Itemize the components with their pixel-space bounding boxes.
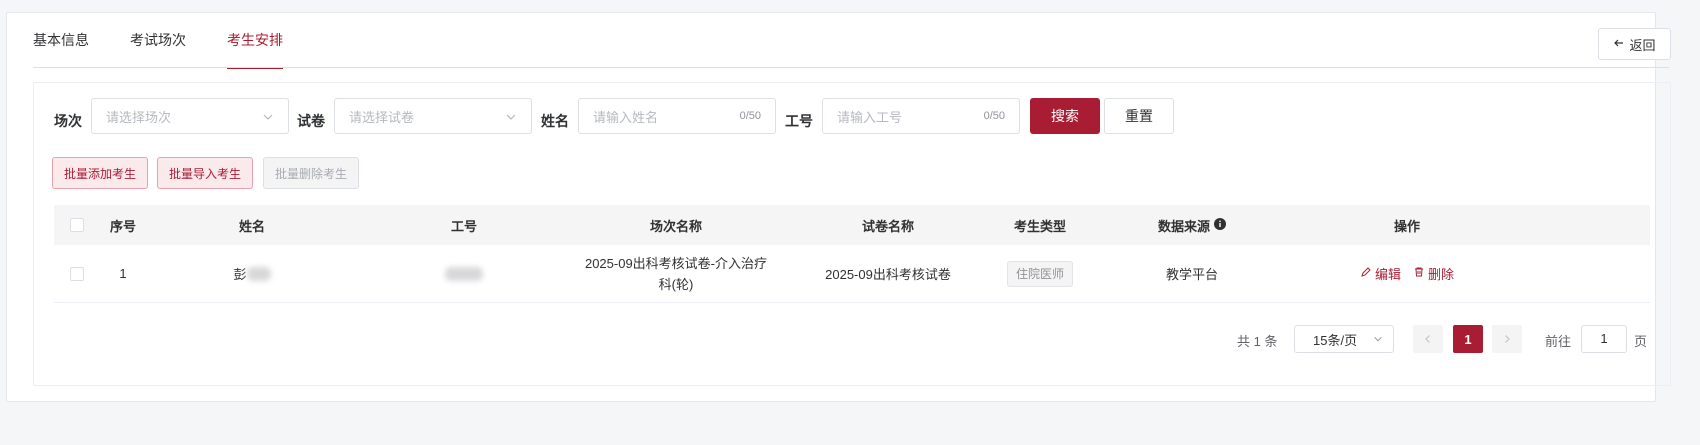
row-name-cell: 彭: [146, 245, 358, 302]
prev-page-button[interactable]: [1413, 325, 1443, 353]
name-input-count: 0/50: [739, 110, 761, 122]
chevron-right-icon: [1502, 332, 1512, 347]
name-input-placeholder: 请输入姓名: [593, 109, 659, 125]
redacted-empno: [445, 266, 483, 281]
page-size-select[interactable]: 15条/页: [1294, 325, 1394, 353]
row-actions: 编辑 删除: [1298, 245, 1516, 302]
row-session-name-line1: 2025-09出科考核试卷-介入治疗: [584, 255, 768, 271]
candidate-table: 序号 姓名 工号 场次名称 试卷名称 考生类型 数据来源 操作 1 彭 2025…: [54, 205, 1650, 303]
session-select-placeholder: 请选择场次: [106, 109, 172, 125]
row-checkbox-cell: [54, 245, 100, 302]
header-actions: 操作: [1393, 218, 1420, 234]
paper-select-placeholder: 请选择试卷: [349, 109, 415, 125]
paper-filter-label: 试卷: [297, 113, 325, 129]
batch-delete-button[interactable]: 批量删除考生: [263, 157, 359, 189]
empno-filter-label: 工号: [785, 113, 813, 129]
info-icon[interactable]: [1214, 217, 1226, 233]
session-select[interactable]: 请选择场次: [91, 98, 289, 134]
tab-divider: [33, 67, 1669, 68]
tab-exam-sessions[interactable]: 考试场次: [130, 13, 186, 69]
paper-select[interactable]: 请选择试卷: [334, 98, 532, 134]
select-all-checkbox[interactable]: [70, 218, 84, 232]
reset-button[interactable]: 重置: [1104, 98, 1174, 134]
name-input[interactable]: 请输入姓名 0/50: [578, 98, 776, 134]
delete-label: 删除: [1428, 267, 1455, 282]
delete-action[interactable]: 删除: [1413, 264, 1454, 283]
arrow-left-icon: [1613, 37, 1625, 52]
row-checkbox[interactable]: [70, 266, 84, 281]
header-data-source-cell: 数据来源: [1086, 205, 1298, 245]
back-button-label: 返回: [1629, 37, 1656, 53]
pagination-total: 共 1 条: [1237, 334, 1278, 349]
row-index: 1: [119, 266, 127, 281]
row-type-cell: 住院医师: [994, 245, 1086, 302]
table-header: 序号 姓名 工号 场次名称 试卷名称 考生类型 数据来源 操作: [54, 205, 1650, 245]
edit-action[interactable]: 编辑: [1360, 264, 1401, 283]
row-data-source: 教学平台: [1165, 267, 1218, 282]
candidate-type-tag: 住院医师: [1006, 260, 1073, 287]
row-session-name: 2025-09出科考核试卷-介入治疗 科(轮): [570, 245, 782, 302]
empno-input-count: 0/50: [983, 110, 1005, 122]
header-session-name: 场次名称: [649, 218, 702, 234]
table-row: 1 彭 2025-09出科考核试卷-介入治疗 科(轮) 2025-09出科考核试…: [54, 245, 1650, 303]
back-button[interactable]: 返回: [1598, 28, 1671, 60]
row-empno-cell: [358, 245, 570, 302]
tab-basic-info[interactable]: 基本信息: [33, 13, 89, 69]
next-page-button[interactable]: [1492, 325, 1522, 353]
tab-bar: 基本信息 考试场次 考生安排: [33, 13, 324, 69]
name-filter-label: 姓名: [541, 113, 569, 129]
session-filter-label: 场次: [54, 113, 82, 129]
redacted-name: [246, 266, 271, 281]
header-data-source: 数据来源: [1157, 218, 1210, 234]
empno-input-placeholder: 请输入工号: [837, 109, 903, 125]
goto-page-input[interactable]: 1: [1581, 325, 1627, 353]
header-name: 姓名: [238, 218, 265, 234]
row-session-name-line2: 科(轮): [658, 276, 694, 292]
header-checkbox-cell: [54, 205, 100, 245]
edit-label: 编辑: [1374, 267, 1401, 282]
batch-add-button[interactable]: 批量添加考生: [52, 157, 148, 189]
page-1-button[interactable]: 1: [1453, 325, 1483, 353]
header-candidate-type: 考生类型: [1013, 218, 1066, 234]
chevron-down-icon: [1373, 332, 1383, 347]
chevron-down-icon: [505, 110, 517, 122]
search-button[interactable]: 搜索: [1030, 98, 1100, 134]
goto-prefix: 前往: [1545, 334, 1572, 349]
tab-candidate-arrangement[interactable]: 考生安排: [227, 13, 283, 69]
batch-import-button[interactable]: 批量导入考生: [157, 157, 253, 189]
trash-icon: [1413, 266, 1425, 281]
chevron-left-icon: [1423, 332, 1433, 347]
chevron-down-icon: [262, 110, 274, 122]
main-card: 基本信息 考试场次 考生安排 返回 场次 请选择场次 试卷 请选择试卷 姓名 请…: [6, 12, 1671, 402]
header-empno: 工号: [450, 218, 477, 234]
edit-icon: [1360, 266, 1372, 281]
header-paper-name: 试卷名称: [861, 218, 914, 234]
page-size-value: 15条/页: [1313, 332, 1358, 348]
row-name: 彭: [233, 267, 247, 282]
row-paper-name: 2025-09出科考核试卷: [825, 267, 951, 282]
content-panel: 场次 请选择场次 试卷 请选择试卷 姓名 请输入姓名 0/50 工号 请输入工号…: [33, 82, 1671, 386]
header-index: 序号: [109, 218, 136, 234]
goto-suffix: 页: [1634, 334, 1648, 349]
empno-input[interactable]: 请输入工号 0/50: [822, 98, 1020, 134]
